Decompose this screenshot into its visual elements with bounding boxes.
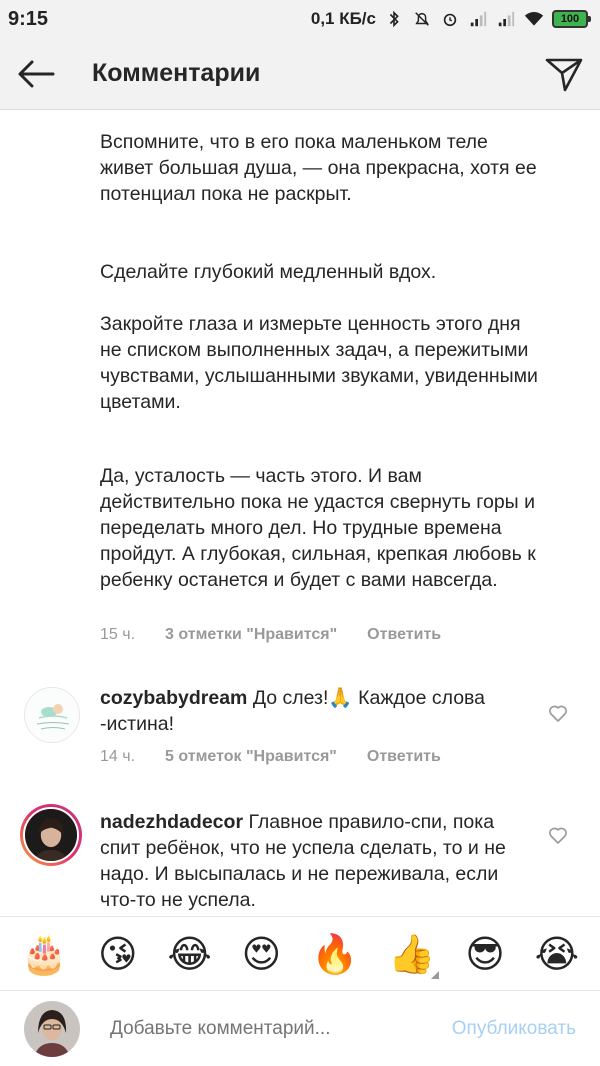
baby-logo-icon bbox=[25, 688, 79, 742]
comment-input[interactable] bbox=[110, 1017, 452, 1040]
alarm-off-icon bbox=[415, 12, 429, 26]
arrow-left-icon bbox=[18, 60, 55, 87]
emoji-fire-button[interactable]: 🔥 bbox=[311, 935, 358, 973]
back-button[interactable] bbox=[16, 54, 56, 94]
wifi-icon bbox=[524, 12, 544, 26]
caption-paragraph: Да, усталость — часть этого. И вам дейст… bbox=[100, 465, 536, 591]
direct-send-icon bbox=[545, 58, 583, 91]
caption-time: 15 ч. bbox=[100, 626, 136, 643]
status-icons: 0,1 КБ/с 100 bbox=[310, 9, 591, 29]
signal-icon bbox=[470, 11, 487, 27]
caption-reply-button[interactable]: Ответить bbox=[367, 626, 441, 644]
emoji-quick-bar: 🎂 😘 😂 😍 🔥 👍 😎 😭 bbox=[0, 916, 600, 990]
comment-composer: Опубликовать bbox=[0, 990, 600, 1066]
skin-tone-indicator-icon bbox=[431, 970, 440, 979]
battery-icon: 100 bbox=[552, 10, 591, 28]
emoji-laugh-button[interactable]: 😂 bbox=[167, 935, 211, 973]
user-photo-icon bbox=[23, 807, 79, 863]
status-bar: 9:15 0,1 КБ/с 100 bbox=[0, 0, 600, 38]
network-speed: 0,1 КБ/с bbox=[310, 9, 376, 28]
caption-meta: 15 ч. 3 отметки "Нравится" Ответить bbox=[100, 626, 441, 644]
signal-icon bbox=[498, 11, 515, 27]
emoji-thumbs-up-button[interactable]: 👍 bbox=[388, 931, 440, 979]
heart-icon[interactable] bbox=[548, 704, 568, 724]
comment-time: 14 ч. bbox=[100, 748, 136, 765]
comment-meta: 14 ч. 5 отметок "Нравится" Ответить bbox=[100, 748, 441, 766]
comment-text: cozybabydream До слез!🙏 Каждое слова -ис… bbox=[100, 685, 530, 737]
caption-likes-link[interactable]: 3 отметки "Нравится" bbox=[165, 626, 337, 644]
avatar[interactable] bbox=[24, 687, 80, 743]
header: Комментарии bbox=[0, 38, 600, 110]
comment-likes-link[interactable]: 5 отметок "Нравится" bbox=[165, 748, 337, 766]
emoji-cake-button[interactable]: 🎂 bbox=[21, 935, 68, 973]
emoji-thumbs-up: 👍 bbox=[388, 931, 436, 976]
page-title: Комментарии bbox=[92, 59, 261, 87]
bluetooth-icon bbox=[389, 10, 399, 28]
emoji-crying-button[interactable]: 😭 bbox=[535, 935, 579, 973]
comment-username[interactable]: cozybabydream bbox=[100, 687, 247, 709]
comments-list[interactable]: Вспомните, что в его пока маленьком теле… bbox=[0, 111, 600, 916]
emoji-heart-eyes-button[interactable]: 😍 bbox=[242, 935, 282, 973]
heart-icon[interactable] bbox=[548, 826, 568, 846]
avatar-story-ring[interactable] bbox=[20, 804, 82, 866]
publish-button[interactable]: Опубликовать bbox=[452, 1018, 576, 1040]
caption-paragraph: Закройте глаза и измерьте ценность этого… bbox=[100, 313, 538, 413]
caption-paragraph: Вспомните, что в его пока маленьком теле… bbox=[100, 131, 537, 205]
comment-text: nadezhdadecor Главное правило-спи, пока … bbox=[100, 809, 530, 916]
user-photo-icon bbox=[24, 1000, 80, 1057]
alarm-icon bbox=[443, 13, 457, 27]
my-avatar bbox=[24, 1000, 80, 1057]
emoji-kiss-button[interactable]: 😘 bbox=[98, 935, 138, 973]
comment-username[interactable]: nadezhdadecor bbox=[100, 811, 243, 833]
status-time: 9:15 bbox=[8, 7, 49, 30]
comment-reply-button[interactable]: Ответить bbox=[367, 748, 441, 766]
emoji-sunglasses-button[interactable]: 😎 bbox=[465, 935, 505, 973]
direct-send-button[interactable] bbox=[542, 52, 586, 96]
caption-paragraph: Сделайте глубокий медленный вдох. bbox=[100, 261, 437, 283]
